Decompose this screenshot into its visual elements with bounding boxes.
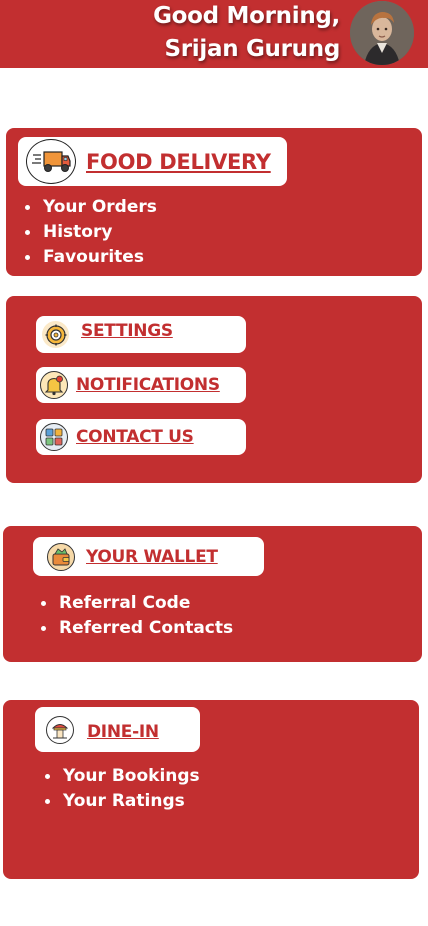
list-item-history[interactable]: History [23,220,157,245]
notifications-label: NOTIFICATIONS [76,375,220,395]
gear-icon [42,321,69,348]
menu-card: SETTINGS NOTIFICATIONS CONTACT US [6,296,422,483]
notifications-button[interactable]: NOTIFICATIONS [36,367,246,403]
wallet-list: Referral Code Referred Contacts [39,591,233,641]
wallet-button[interactable]: YOUR WALLET [33,537,264,576]
dine-in-card: DINE-IN Your Bookings Your Ratings [3,700,419,879]
avatar[interactable] [350,1,414,65]
list-item-your-orders[interactable]: Your Orders [23,195,157,220]
dine-in-list: Your Bookings Your Ratings [43,764,200,814]
contact-us-button[interactable]: CONTACT US [36,419,246,455]
list-item-your-ratings[interactable]: Your Ratings [43,789,200,814]
dine-in-button[interactable]: DINE-IN [35,707,200,752]
food-delivery-title: FOOD DELIVERY [86,149,271,174]
list-item-referred-contacts[interactable]: Referred Contacts [39,616,233,641]
wallet-card: YOUR WALLET Referral Code Referred Conta… [3,526,422,662]
delivery-truck-icon [26,139,76,184]
wallet-title: YOUR WALLET [86,546,218,567]
contact-book-icon [40,423,68,451]
list-item-your-bookings[interactable]: Your Bookings [43,764,200,789]
settings-label: SETTINGS [81,320,173,341]
restaurant-icon [46,715,74,744]
food-delivery-button[interactable]: FOOD DELIVERY [18,137,287,186]
settings-button[interactable]: SETTINGS [36,316,246,353]
bell-icon [40,371,68,399]
dine-in-title: DINE-IN [87,721,159,742]
list-item-favourites[interactable]: Favourites [23,245,157,270]
contact-us-label: CONTACT US [76,427,194,447]
list-item-referral-code[interactable]: Referral Code [39,591,233,616]
greeting-text: Good Morning, [153,3,340,29]
app-header: Good Morning, Srijan Gurung [0,0,428,68]
greeting: Good Morning, Srijan Gurung [153,0,340,66]
food-delivery-card: FOOD DELIVERY Your Orders History Favour… [6,128,422,276]
wallet-icon [47,542,75,571]
food-delivery-list: Your Orders History Favourites [23,195,157,270]
avatar-image [350,1,414,65]
user-name: Srijan Gurung [164,36,341,62]
